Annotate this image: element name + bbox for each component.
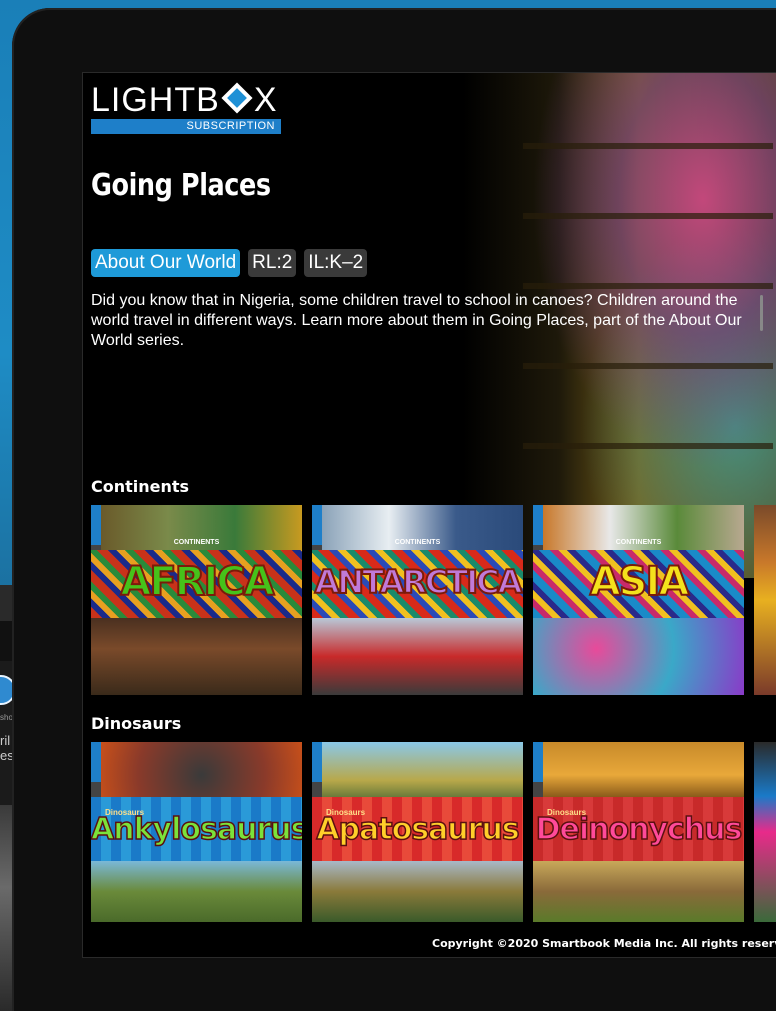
reading-level-tag: RL:2 [248, 249, 297, 277]
logo-subtitle: SUBSCRIPTION [91, 119, 281, 134]
book-cover-partial[interactable] [754, 505, 776, 695]
series-tag[interactable]: About Our World [91, 249, 241, 277]
book-cover-partial[interactable] [754, 742, 776, 922]
copyright: Copyright ©2020 Smartbook Media Inc. All… [432, 937, 776, 950]
lightbox-logo: LIGHTB X SUBSCRIPTION [91, 81, 281, 134]
scrollbar[interactable] [760, 295, 763, 331]
row-label-continents: Continents [91, 477, 190, 496]
book-cover-antarctica[interactable]: CONTINENTS ANTARCTICA [312, 505, 523, 695]
lightbox-screen: LIGHTB X SUBSCRIPTION Going Places About … [82, 72, 776, 958]
book-title: Apatosaurus [316, 811, 521, 848]
book-title: AFRICA [119, 558, 275, 606]
book-title: ASIA [589, 558, 691, 606]
book-cover-asia[interactable]: CONTINENTS ASIA [533, 505, 744, 695]
book-title: ANTARCTICA [314, 562, 523, 602]
book-title: Ankylosaurus [91, 811, 302, 848]
row-label-dinosaurs: Dinosaurs [91, 714, 182, 733]
description: Did you know that in Nigeria, some child… [91, 292, 742, 349]
box-icon [221, 82, 253, 114]
book-cover-ankylosaurus[interactable]: Dinosaurs Ankylosaurus [91, 742, 302, 922]
book-cover-africa[interactable]: CONTINENTS AFRICA [91, 505, 302, 695]
interest-level-tag: IL:K–2 [304, 249, 368, 277]
tag-row: About Our World RL:2 IL:K–2 [91, 249, 368, 277]
book-cover-apatosaurus[interactable]: Dinosaurs Apatosaurus [312, 742, 523, 922]
dinosaurs-row[interactable]: Dinosaurs Ankylosaurus Dinosaurs Apatosa… [91, 742, 776, 922]
logo-wordmark: LIGHTB X [91, 81, 278, 119]
continents-row[interactable]: CONTINENTS AFRICA CONTINENTS ANTARCTICA … [91, 505, 776, 695]
page-title: Going Places [91, 168, 271, 203]
book-title: Deinonychus [535, 811, 743, 848]
book-cover-deinonychus[interactable]: Dinosaurs Deinonychus [533, 742, 744, 922]
